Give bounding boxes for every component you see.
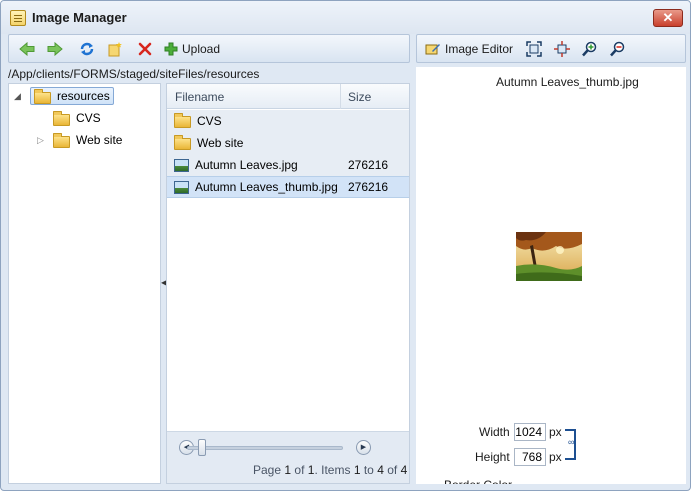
tree-item-label: resources [57,89,110,103]
zoom-in-icon [582,41,597,57]
filename-cell: Autumn Leaves_thumb.jpg [174,180,338,194]
tree-item-resources[interactable]: ◢ resources [14,87,114,105]
filename-text: CVS [197,114,222,128]
folder-icon [53,110,70,126]
tree-item-web-site[interactable]: ▷ Web site [37,131,122,149]
arrow-right-icon [47,42,63,56]
folder-icon [53,132,70,148]
folder-icon [34,88,51,104]
file-grid: Filename Size CVS Web site Autumn Leaves… [166,83,410,484]
pager-items-word: Items [321,463,351,477]
column-header-size[interactable]: Size [348,90,371,104]
expand-arrow-icon[interactable]: ▷ [37,135,53,146]
tree-item-cvs[interactable]: CVS [53,109,101,127]
window-title: Image Manager [32,10,127,25]
height-label: Height [475,450,510,464]
folder-tree: ◢ resources CVS ▷ Web site [8,83,161,484]
filename-cell: CVS [174,113,222,128]
tree-item-resources-selection: resources [30,87,114,105]
width-input[interactable] [514,423,546,441]
zoom-out-button[interactable] [609,39,627,59]
delete-button[interactable] [136,39,154,59]
filename-cell: Autumn Leaves.jpg [174,158,298,172]
window-icon [10,10,26,26]
height-input[interactable] [514,448,546,466]
back-button[interactable] [18,39,36,59]
tree-item-label: Web site [76,133,123,147]
pager-current-page: 1 [284,463,292,477]
pager-of-word-2: of [387,463,398,477]
pager: ◀ ▶ Page 1 of 1. Items 1 to 4 of 4 [167,431,409,483]
upload-label: Upload [182,42,221,56]
table-row-selected[interactable]: Autumn Leaves_thumb.jpg 276216 [167,176,409,198]
refresh-button[interactable] [78,39,96,59]
pager-page-word: Page [253,463,282,477]
border-color-label: Border Color [444,479,512,484]
size-cell: 276216 [348,180,389,194]
zoom-in-button[interactable] [581,39,599,59]
image-manager-window: Image Manager ✕ Upload Image Editor /App… [0,0,691,491]
table-row[interactable]: Autumn Leaves.jpg 276216 [167,154,409,176]
arrow-left-icon [19,42,35,56]
width-unit: px [549,425,562,439]
upload-button[interactable]: Upload [164,39,226,59]
filename-text: Web site [197,136,244,150]
pager-of-word: of [294,463,305,477]
image-file-icon [174,158,189,172]
pager-item-to: 4 [377,463,384,477]
refresh-icon [80,42,94,56]
page-slider-thumb[interactable] [198,439,206,456]
preview-filename: Autumn Leaves_thumb.jpg [496,75,639,89]
image-file-icon [174,180,189,194]
forward-button[interactable] [46,39,64,59]
image-thumbnail [516,232,582,281]
pager-status: Page 1 of 1. Items 1 to 4 of 4 [253,463,408,477]
pager-total-items: 4 [400,463,408,477]
image-editor-button[interactable]: Image Editor [425,39,517,59]
folder-icon [174,135,191,150]
pager-total-pages: 1 [307,463,315,477]
plus-icon [164,42,178,56]
column-separator[interactable] [340,84,341,109]
size-cell: 276216 [348,158,389,172]
title-bar: Image Manager ✕ [1,1,690,34]
height-unit: px [549,450,562,464]
grid-body: CVS Web site Autumn Leaves.jpg 276216 Au… [167,110,409,198]
table-row[interactable]: Web site [167,132,409,154]
grid-header: Filename Size [167,84,409,109]
image-editor-icon [425,44,440,55]
pager-item-from: 1 [353,463,361,477]
filename-text: Autumn Leaves.jpg [195,158,298,172]
page-slider-track[interactable] [187,446,343,450]
filename-text: Autumn Leaves_thumb.jpg [195,180,338,194]
close-button[interactable]: ✕ [653,9,683,27]
width-label: Width [479,425,510,439]
delete-icon [138,42,152,56]
filename-cell: Web site [174,135,244,150]
best-fit-button[interactable] [525,39,543,59]
chain-link-icon[interactable]: ∞ [568,437,575,447]
image-editor-label: Image Editor [445,42,514,56]
zoom-out-icon [610,41,625,57]
pager-to-word: to [363,463,374,477]
actual-size-icon [554,41,570,57]
current-path: /App/clients/FORMS/staged/siteFiles/reso… [8,67,260,81]
table-row[interactable]: CVS [167,110,409,132]
image-preview-panel: Autumn Leaves_thumb.jpg Width px [416,67,686,484]
file-toolbar: Upload [8,34,410,63]
new-folder-button[interactable] [106,39,124,59]
best-fit-icon [526,41,542,57]
editor-toolbar: Image Editor [416,34,686,63]
column-header-filename[interactable]: Filename [175,90,224,104]
tree-item-label: CVS [76,111,101,125]
slider-increase-button[interactable]: ▶ [356,440,371,455]
new-folder-icon [108,42,122,57]
actual-size-button[interactable] [553,39,571,59]
collapse-arrow-icon[interactable]: ◢ [14,91,24,102]
folder-icon [174,113,191,128]
